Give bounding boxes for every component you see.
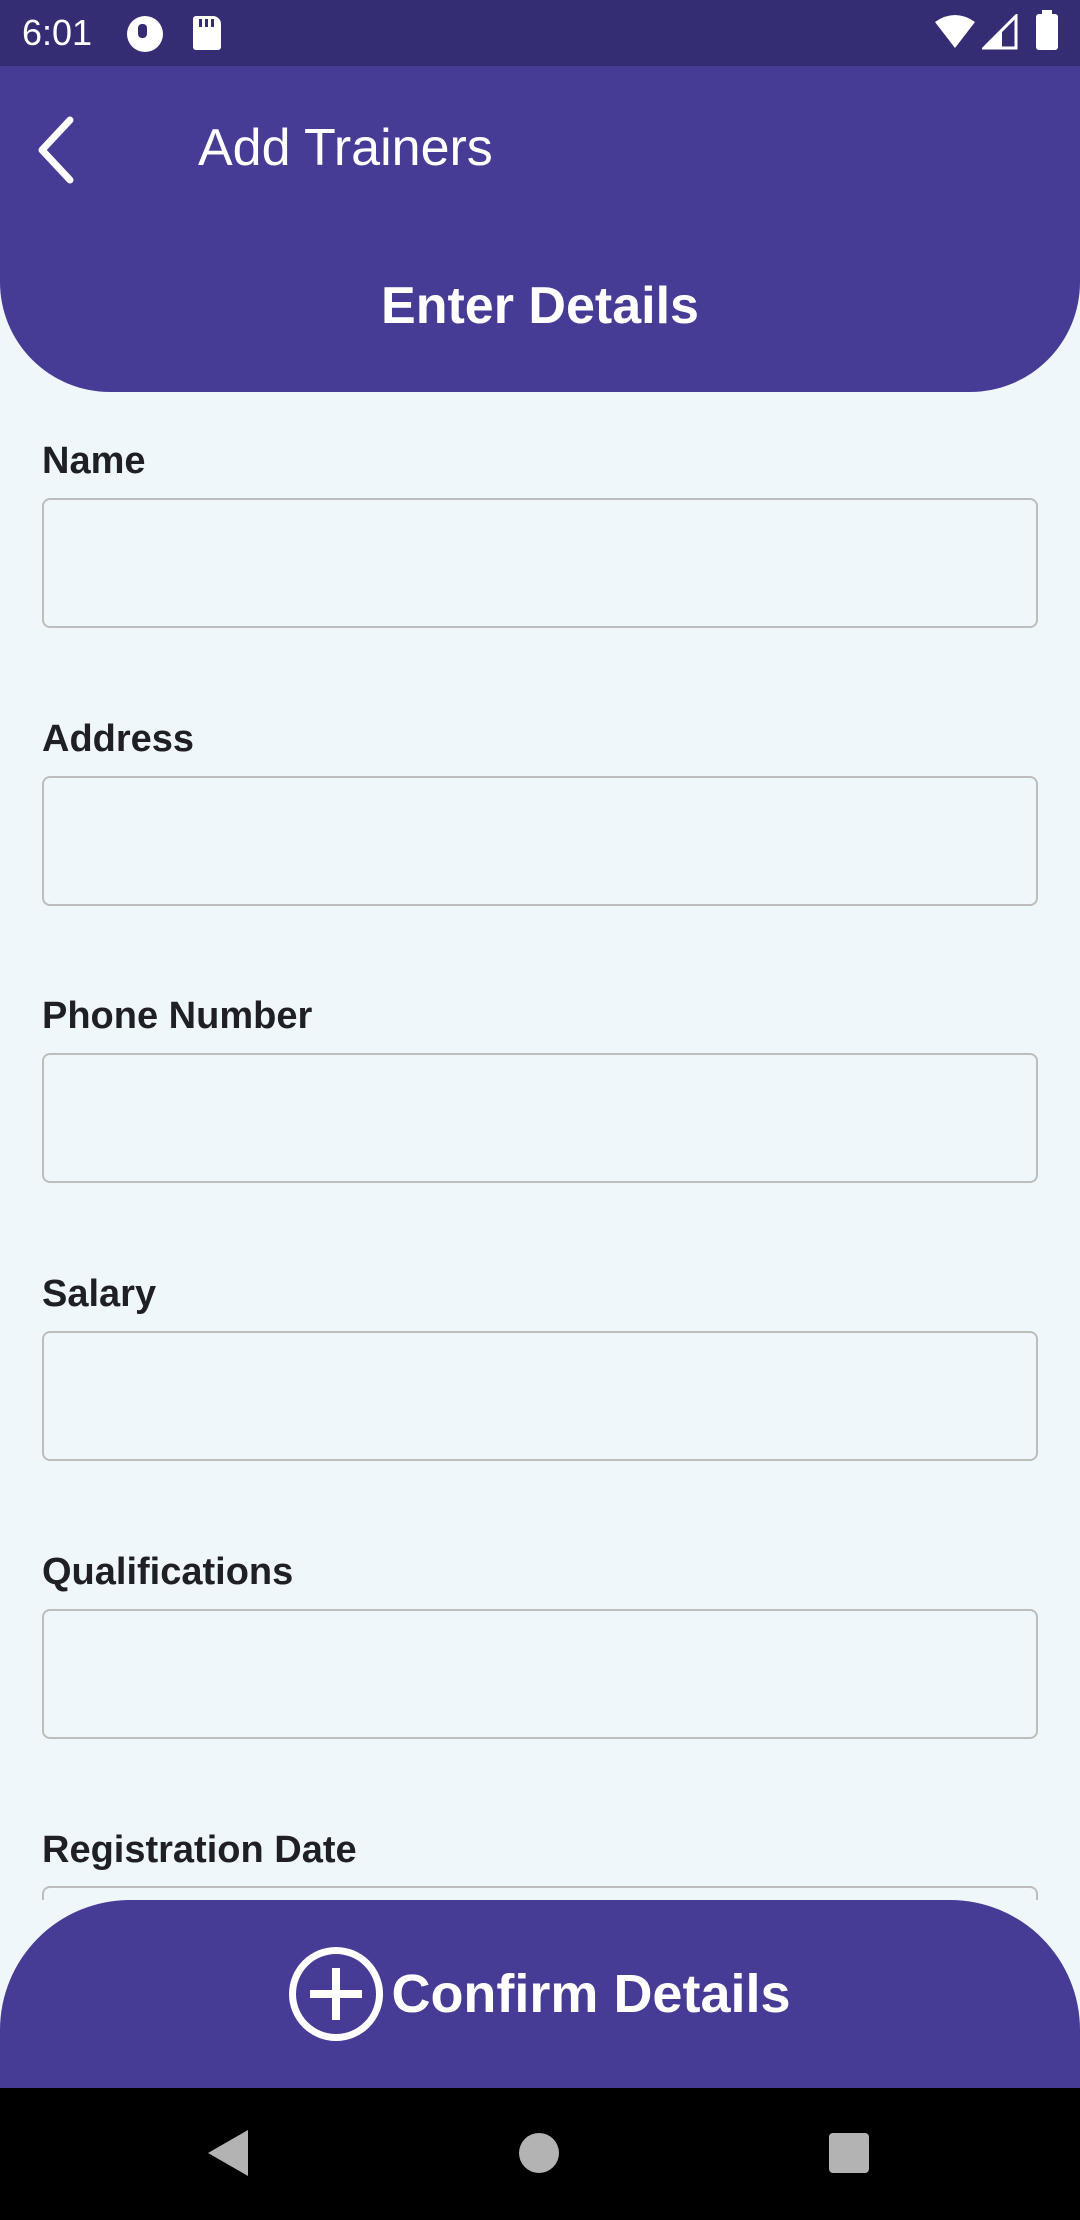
trainer-form: Name Address Phone Number Salary Qualifi… [0,392,1080,1900]
app-header: Add Trainers Enter Details [0,66,1080,392]
phone-number-label: Phone Number [42,995,313,1037]
name-input[interactable] [42,498,1038,628]
confirm-details-button[interactable]: Confirm Details [0,1900,1080,2088]
address-input[interactable] [42,776,1038,906]
salary-label: Salary [42,1273,157,1315]
app-notification-icon [127,16,163,52]
status-bar: 6:01 [0,0,1080,66]
salary-input[interactable] [42,1331,1038,1461]
system-nav-bar [0,2088,1080,2220]
form-heading: Enter Details [381,277,699,335]
back-button[interactable] [28,110,88,190]
address-label: Address [42,718,195,760]
wifi-icon [935,15,975,48]
registration-date-label: Registration Date [42,1829,357,1871]
confirm-details-label: Confirm Details [391,1964,791,2024]
add-circle-icon [289,1947,384,2041]
nav-home-icon[interactable] [519,2133,559,2173]
nav-back-icon[interactable] [206,2128,250,2178]
nav-recents-icon[interactable] [829,2133,869,2173]
sd-card-icon [193,16,221,50]
cellular-signal-icon [982,14,1018,50]
name-label: Name [42,440,146,482]
battery-icon [1036,10,1058,50]
page-title: Add Trainers [198,119,493,177]
qualifications-input[interactable] [42,1609,1038,1739]
registration-date-input[interactable] [42,1886,1038,1900]
status-time: 6:01 [22,12,93,53]
qualifications-label: Qualifications [42,1551,294,1593]
phone-number-input[interactable] [42,1053,1038,1183]
chevron-left-icon [38,116,74,184]
